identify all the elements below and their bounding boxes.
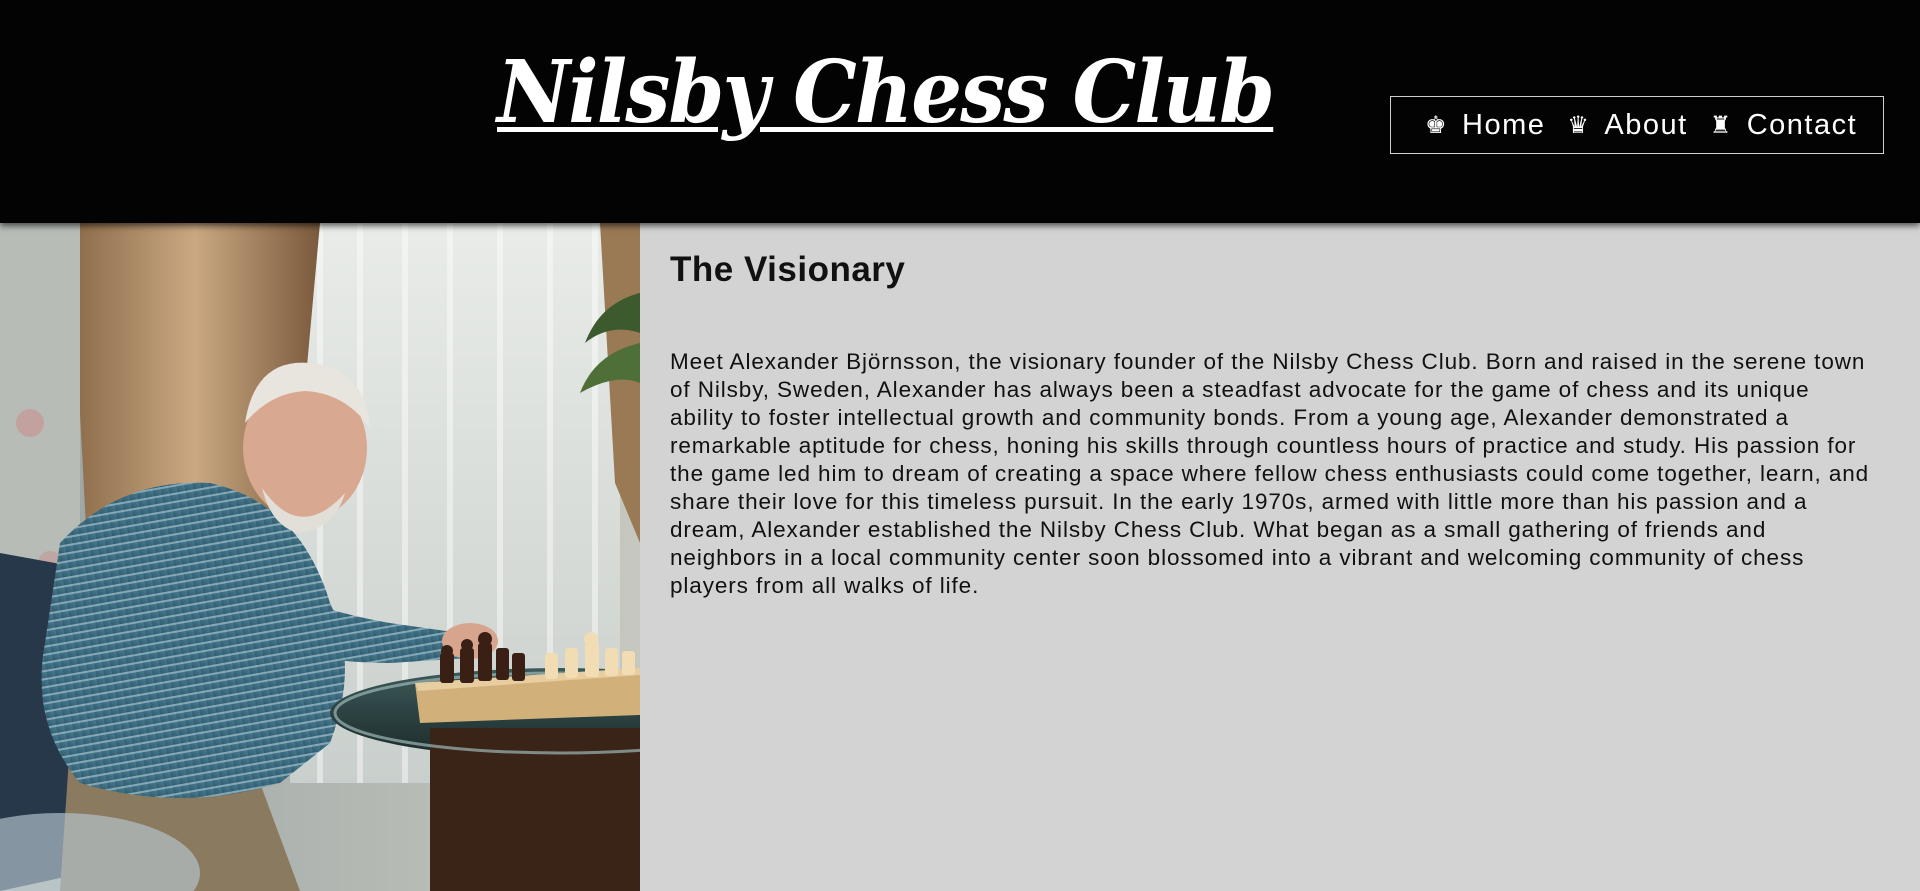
nav-item-label: About [1604,108,1688,141]
nav-item-about[interactable]: ♛ About [1567,109,1687,142]
nav-item-home[interactable]: ♚ Home [1425,109,1545,142]
site-header: Nilsby Chess Club ♚ Home ♛ About ♜ Conta… [0,0,1920,223]
nav-item-contact[interactable]: ♜ Contact [1710,109,1857,142]
nav-item-label: Contact [1746,108,1858,141]
founder-photo [0,223,640,891]
section-title: The Visionary [670,250,906,289]
chess-king-icon: ♚ [1425,111,1449,139]
chess-rook-icon: ♜ [1709,111,1733,139]
site-title[interactable]: Nilsby Chess Club [497,43,1275,143]
chess-queen-icon: ♛ [1567,111,1591,139]
founder-bio: Meet Alexander Björnsson, the visionary … [670,349,1870,598]
nav-item-label: Home [1462,108,1546,141]
main-nav: ♚ Home ♛ About ♜ Contact [1390,96,1884,154]
about-content: The Visionary Meet Alexander Björnsson, … [670,250,1870,600]
